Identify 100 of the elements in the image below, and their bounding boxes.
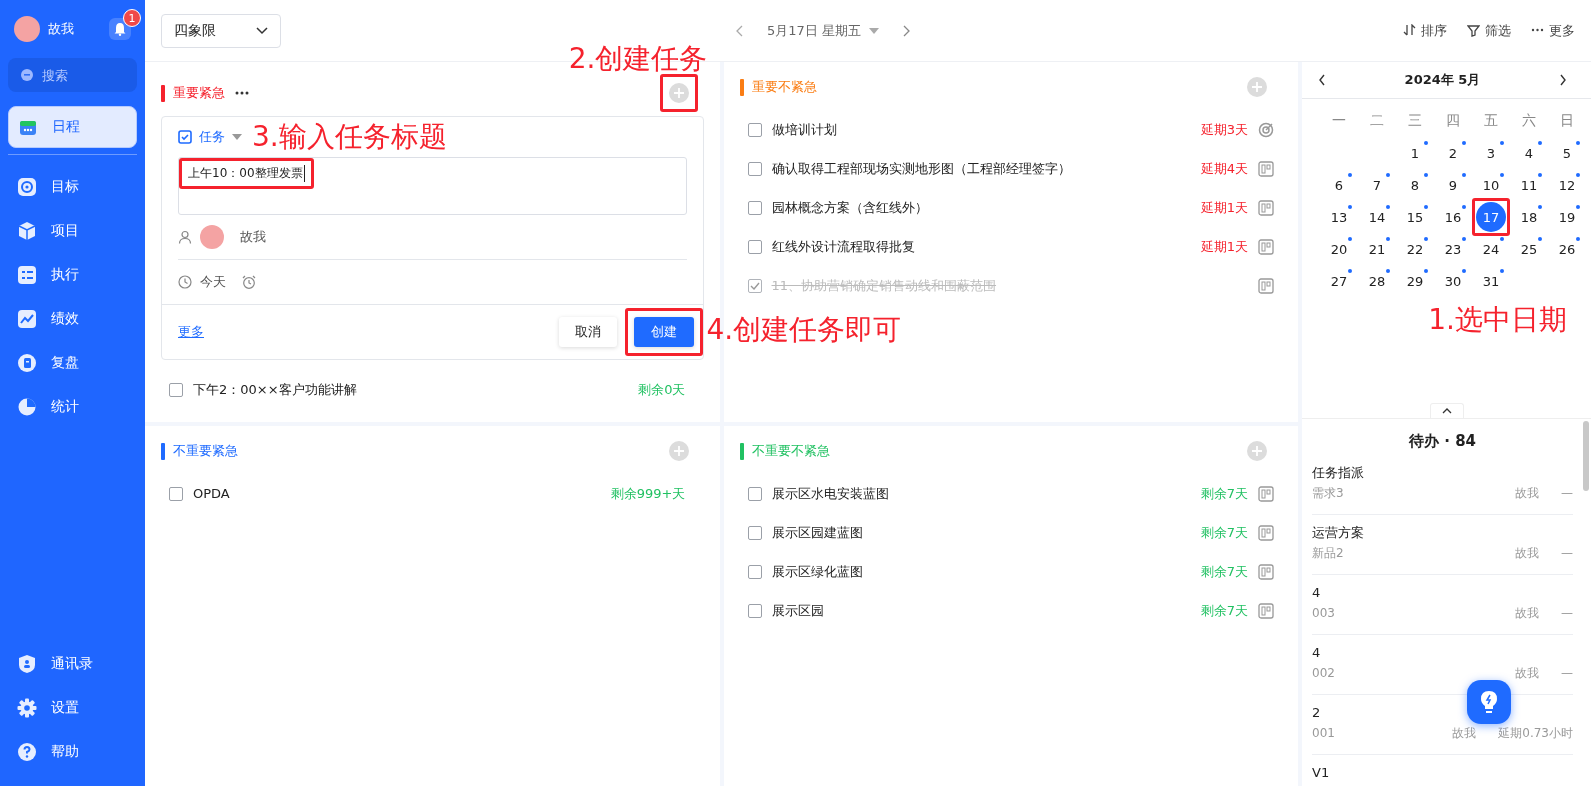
view-dropdown[interactable]: 四象限 (161, 13, 281, 48)
task-title[interactable]: 展示区园建蓝图 (771, 523, 863, 542)
calendar-day[interactable]: 27 (1324, 266, 1354, 296)
search-field[interactable]: 搜索 (8, 58, 137, 92)
avatar[interactable] (14, 16, 40, 42)
calendar-day[interactable]: 16 (1438, 202, 1468, 232)
checkbox[interactable] (747, 200, 762, 215)
todo-title[interactable]: 任务指派 (1312, 463, 1573, 483)
calendar-day[interactable]: 5 (1552, 138, 1582, 168)
calendar-day[interactable]: 21 (1362, 234, 1392, 264)
checkbox[interactable] (747, 278, 762, 293)
more-link[interactable]: 更多 (178, 323, 204, 341)
cancel-button[interactable]: 取消 (558, 317, 617, 347)
calendar-day[interactable]: 13 (1324, 202, 1354, 232)
checkbox[interactable] (747, 161, 762, 176)
checkbox[interactable] (747, 486, 762, 501)
calendar-day[interactable]: 3 (1476, 138, 1506, 168)
nav-item[interactable]: 执行 (8, 253, 137, 297)
task-title[interactable]: 确认取得工程部现场实测地形图（工程部经理签字） (771, 159, 1071, 178)
toolbar-button[interactable]: 排序 (1403, 21, 1447, 40)
calendar-day[interactable]: 2 (1438, 138, 1468, 168)
nav-item[interactable]: 目标 (8, 165, 137, 209)
calendar-day[interactable]: 1 (1400, 138, 1430, 168)
calendar-day[interactable]: 31 (1476, 266, 1506, 296)
calendar-day[interactable]: 14 (1362, 202, 1392, 232)
notification-badge: 1 (123, 9, 141, 27)
collapse-button[interactable] (1429, 403, 1464, 418)
nav-item[interactable]: 复盘 (8, 341, 137, 385)
calendar-day[interactable]: 17 (1476, 202, 1506, 232)
add-button[interactable] (1247, 77, 1267, 97)
type-dropdown[interactable]: 任务 (178, 128, 242, 146)
toolbar-button[interactable]: 更多 (1531, 21, 1575, 40)
todo-title[interactable]: 2 (1312, 703, 1573, 723)
nav-item[interactable]: 日程 (8, 106, 137, 148)
assignee-name[interactable]: 故我 (240, 228, 266, 246)
task-title[interactable]: 展示区园 (771, 601, 824, 620)
task-title[interactable]: 做培训计划 (771, 120, 837, 139)
calendar-day[interactable]: 24 (1476, 234, 1506, 264)
date-dropdown[interactable]: 5月17日 星期五 (767, 21, 879, 40)
project-name: 新品2 (1312, 545, 1344, 562)
task-title[interactable]: 展示区水电安装蓝图 (771, 484, 889, 503)
checkbox[interactable] (169, 486, 183, 501)
task-title[interactable]: OPDA (193, 486, 230, 501)
due-date[interactable]: 今天 (200, 273, 226, 291)
calendar-day[interactable]: 10 (1476, 170, 1506, 200)
nav-item[interactable]: 通讯录 (8, 642, 137, 686)
todo-title[interactable]: 运营方案 (1312, 523, 1573, 543)
cube-icon (17, 221, 37, 241)
board-icon (1258, 199, 1274, 216)
checkbox[interactable] (747, 239, 762, 254)
notification-button[interactable] (109, 18, 131, 40)
calendar-day[interactable]: 26 (1552, 234, 1582, 264)
nav-item[interactable]: 帮助 (8, 730, 137, 774)
task-title[interactable]: 园林概念方案（含红线外） (771, 198, 928, 217)
due-status: 剩余7天 (1200, 562, 1248, 581)
calendar-day[interactable]: 18 (1514, 202, 1544, 232)
calendar-day[interactable]: 25 (1514, 234, 1544, 264)
add-button[interactable] (668, 83, 689, 103)
todo-title[interactable]: 4 (1312, 643, 1573, 663)
checkbox[interactable] (169, 382, 183, 397)
checkbox[interactable] (747, 525, 762, 540)
chevron-right-icon (902, 24, 911, 37)
task-title[interactable]: 展示区绿化蓝图 (771, 562, 863, 581)
task-title[interactable]: 下午2：00××客户功能讲解 (193, 380, 357, 399)
add-button[interactable] (1247, 441, 1267, 461)
scrollbar[interactable] (1583, 421, 1589, 491)
calendar-day[interactable]: 12 (1552, 170, 1582, 200)
task-title[interactable]: 红线外设计流程取得批复 (771, 237, 915, 256)
calendar-day[interactable]: 30 (1438, 266, 1468, 296)
title-field[interactable]: 上午10：00整理发票 (178, 157, 687, 215)
nav-item[interactable]: 绩效 (8, 297, 137, 341)
calendar-day[interactable]: 22 (1400, 234, 1430, 264)
calendar-day[interactable]: 11 (1514, 170, 1544, 200)
assistant-button[interactable] (1467, 680, 1511, 724)
calendar-day[interactable]: 23 (1438, 234, 1468, 264)
checkbox[interactable] (747, 603, 762, 618)
annotation: 1.选中日期 (1428, 303, 1567, 337)
checkbox[interactable] (747, 564, 762, 579)
calendar-day[interactable]: 28 (1362, 266, 1392, 296)
nav-item[interactable]: 统计 (8, 385, 137, 429)
calendar-day[interactable]: 9 (1438, 170, 1468, 200)
plus-icon (673, 446, 684, 456)
calendar-day[interactable]: 29 (1400, 266, 1430, 296)
checkbox[interactable] (747, 122, 762, 137)
add-button[interactable] (668, 441, 689, 461)
create-button[interactable]: 创建 (633, 317, 694, 347)
calendar-day[interactable]: 15 (1400, 202, 1430, 232)
todo-title[interactable]: V1 (1312, 763, 1573, 783)
calendar-day[interactable]: 6 (1324, 170, 1354, 200)
calendar-day[interactable]: 19 (1552, 202, 1582, 232)
calendar-day[interactable]: 7 (1362, 170, 1392, 200)
calendar-day[interactable]: 4 (1514, 138, 1544, 168)
toolbar-button[interactable]: 筛选 (1467, 21, 1511, 40)
todo-title[interactable]: 4 (1312, 583, 1573, 603)
nav-item[interactable]: 设置 (8, 686, 137, 730)
calendar-day[interactable]: 8 (1400, 170, 1430, 200)
calendar-day[interactable]: 20 (1324, 234, 1354, 264)
nav-item[interactable]: 项目 (8, 209, 137, 253)
owner-name: 故我 (1515, 605, 1539, 622)
chevron-right-icon (1559, 74, 1567, 86)
